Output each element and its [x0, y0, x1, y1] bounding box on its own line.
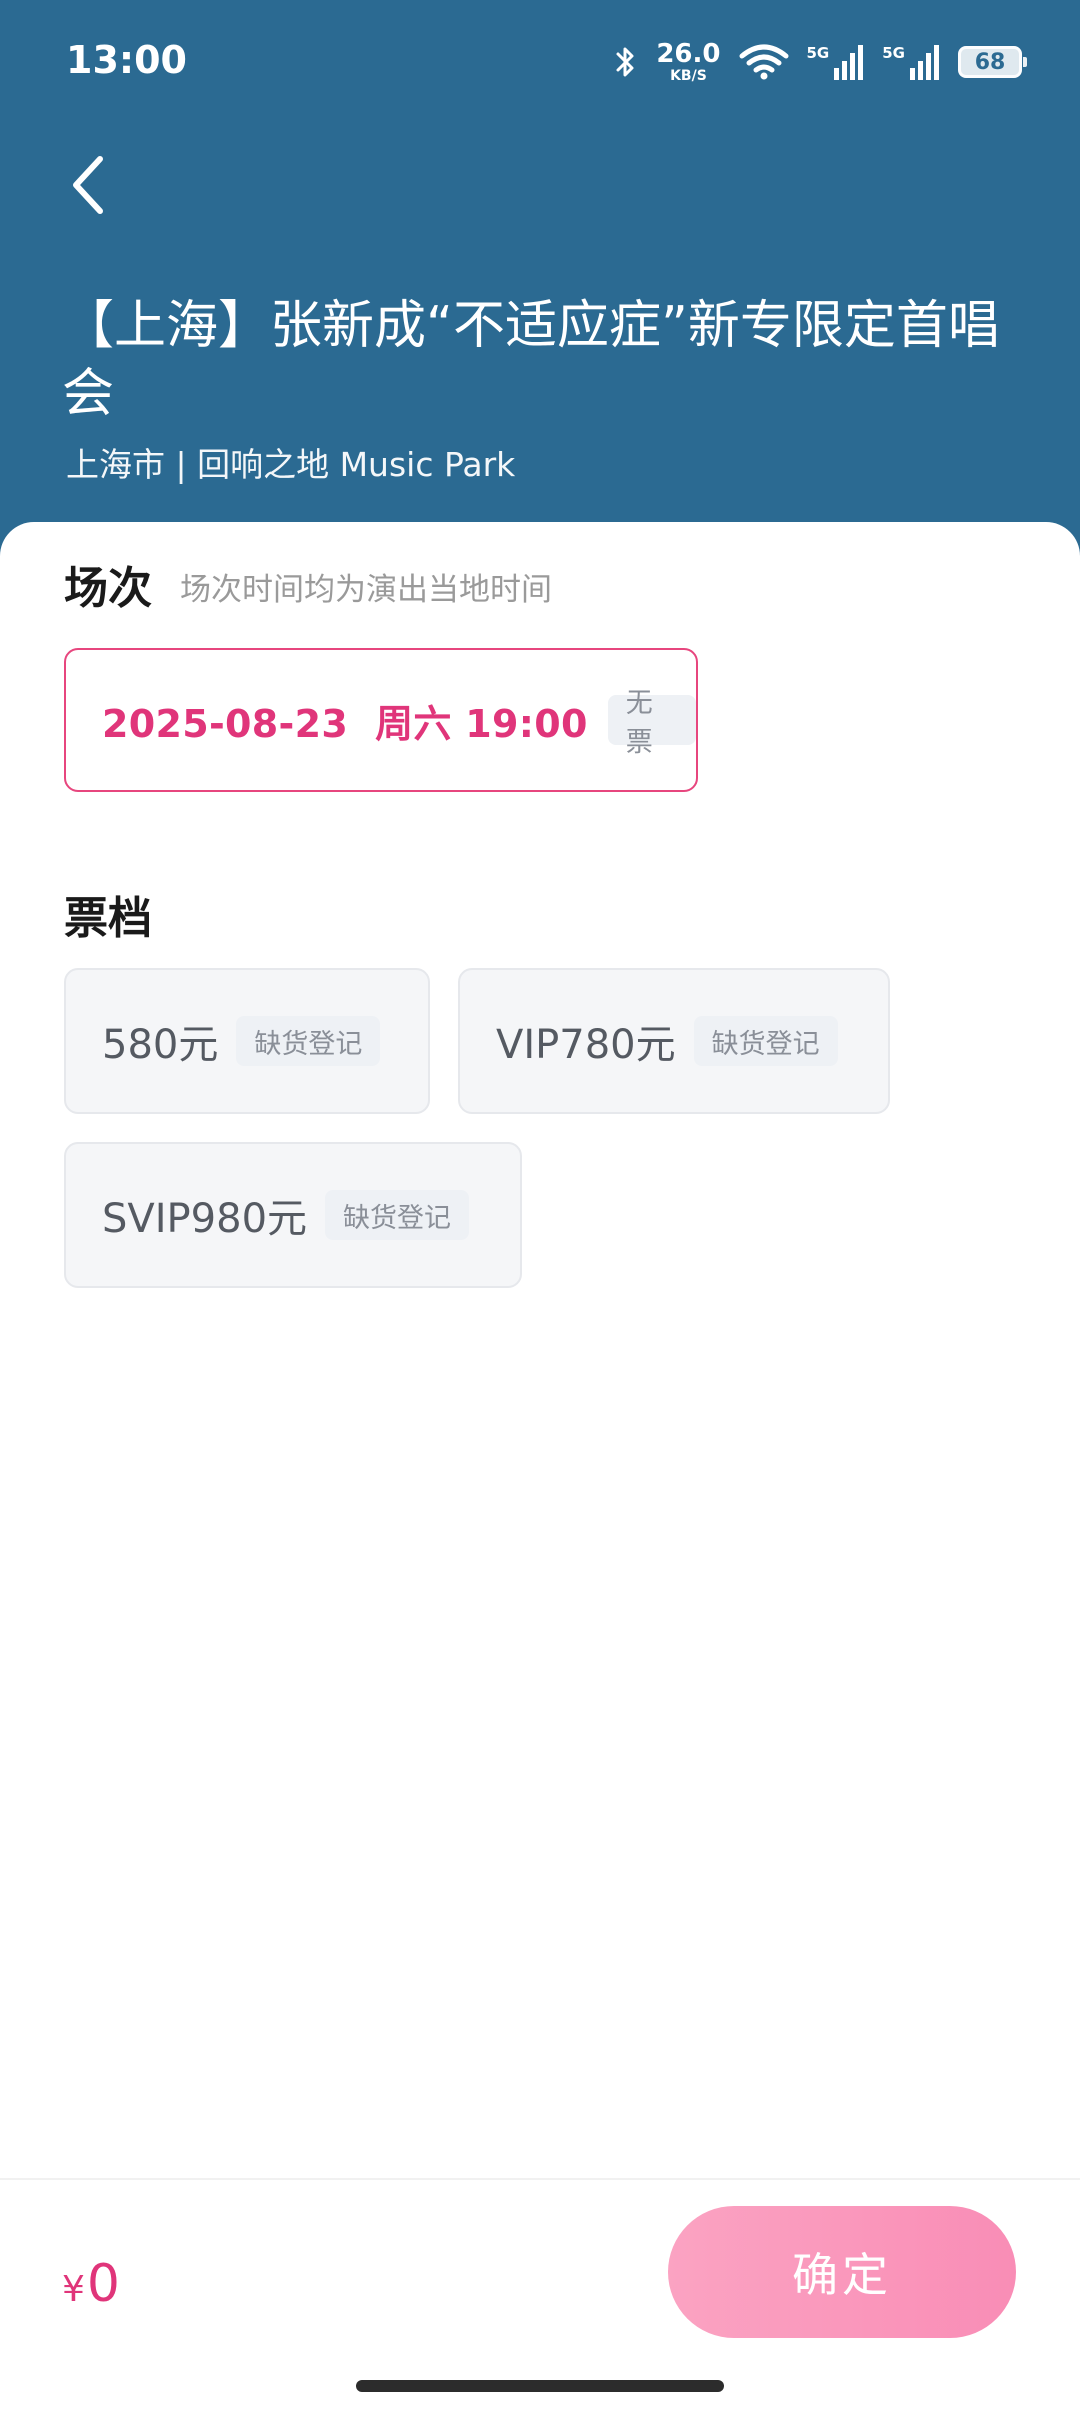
network-speed: 26.0 KB/S: [656, 41, 720, 83]
home-indicator[interactable]: [356, 2380, 724, 2392]
sold-out-badge: 无票: [607, 688, 696, 758]
network-speed-value: 26.0: [656, 39, 721, 69]
session-option[interactable]: 2025-08-23 周六 19:00 无票: [64, 648, 698, 792]
status-time: 13:00: [66, 38, 187, 82]
wifi-icon: [739, 44, 788, 80]
tier-price: VIP780元: [496, 1022, 676, 1068]
waitlist-badge: 缺货登记: [236, 1016, 381, 1066]
signal-icon: [910, 45, 939, 80]
event-title: 【上海】张新成“不适应症”新专限定首唱会: [62, 296, 1000, 424]
battery-level: 68: [974, 49, 1006, 75]
battery-icon: 68: [958, 46, 1027, 78]
back-arrow-icon: [73, 156, 103, 214]
total-price: ¥ 0: [62, 2254, 120, 2314]
signal-sim1: 5G: [807, 44, 865, 80]
network-speed-unit: KB/S: [670, 68, 707, 84]
signal-sim2: 5G: [882, 44, 940, 80]
status-icons: 26.0 KB/S 5G 5G 68: [614, 36, 1027, 88]
waitlist-badge: 缺货登记: [693, 1016, 838, 1066]
tier-option-580[interactable]: 580元 缺货登记: [64, 968, 430, 1114]
bluetooth-icon: [616, 47, 634, 77]
sim1-label: 5G: [806, 44, 830, 62]
currency-symbol: ¥: [62, 2269, 85, 2310]
bottom-bar: ¥ 0 确定: [0, 2178, 1080, 2416]
session-date: 2025-08-23 周六 19:00: [102, 701, 588, 746]
header: 13:00 26.0 KB/S 5G 5G 68 【上海】张新成“不适应症”新专…: [0, 0, 1080, 560]
total-amount: 0: [86, 2254, 120, 2314]
session-heading: 场次: [64, 563, 152, 614]
signal-icon: [834, 45, 864, 80]
tier-heading: 票档: [64, 893, 152, 944]
back-button[interactable]: [58, 150, 118, 220]
confirm-button[interactable]: 确定: [668, 2206, 1016, 2338]
selection-sheet: 场次 场次时间均为演出当地时间 2025-08-23 周六 19:00 无票 票…: [0, 522, 1080, 2414]
waitlist-badge: 缺货登记: [325, 1190, 470, 1240]
session-note: 场次时间均为演出当地时间: [180, 572, 552, 608]
tier-option-svip980[interactable]: SVIP980元 缺货登记: [64, 1142, 522, 1288]
tier-price: SVIP980元: [102, 1196, 308, 1242]
sim2-label: 5G: [882, 44, 905, 62]
tier-price: 580元: [102, 1022, 219, 1068]
event-venue: 上海市 | 回响之地 Music Park: [66, 445, 516, 484]
tier-option-vip780[interactable]: VIP780元 缺货登记: [458, 968, 890, 1114]
